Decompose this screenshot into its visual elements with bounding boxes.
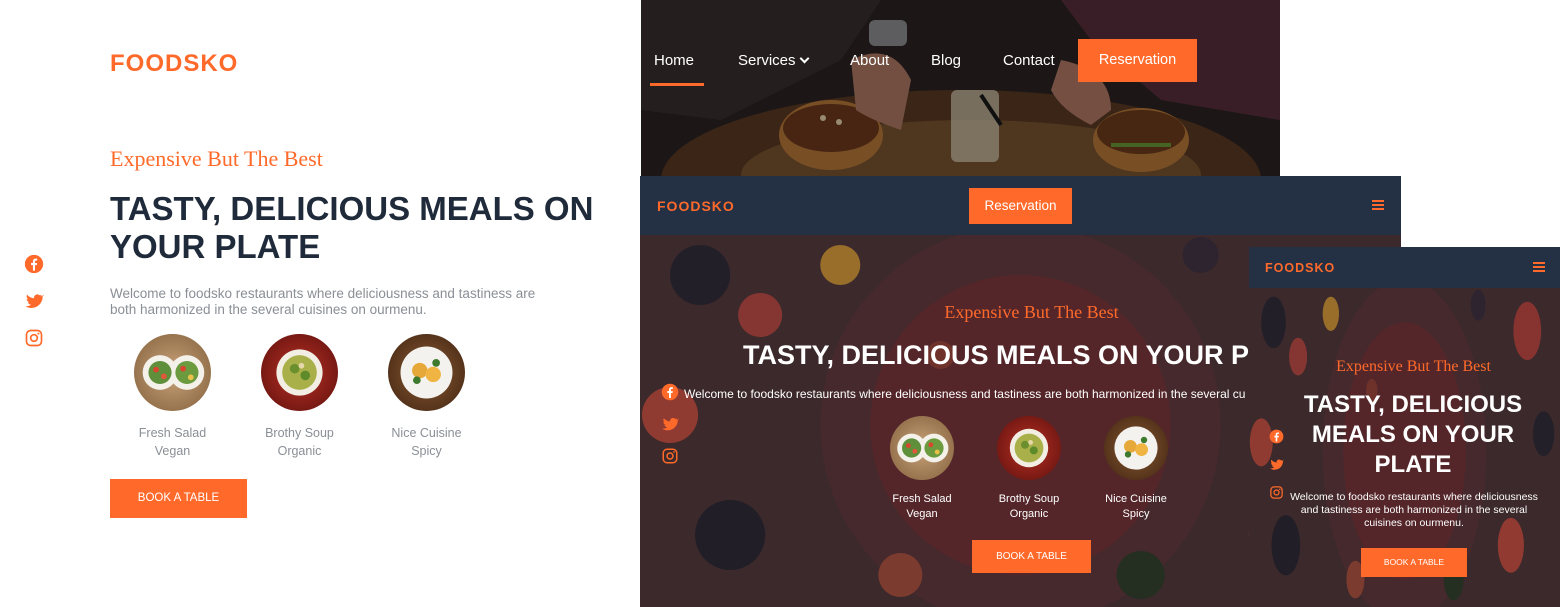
hero-description-line-1: Welcome to foodsko restaurants where del… [110, 286, 536, 301]
dish-tag: Vegan [906, 508, 938, 520]
social-links [24, 254, 44, 348]
nice-cuisine-image [1104, 416, 1168, 480]
featured-dishes: Fresh Salad Vegan Brothy Soup Organic Nice… [134, 334, 465, 460]
dish-fresh-salad[interactable]: Fresh Salad Vegan [134, 334, 211, 460]
hamburger-menu-icon[interactable] [1533, 262, 1545, 272]
facebook-icon[interactable] [661, 383, 679, 401]
dish-name: Brothy Soup [998, 493, 1060, 505]
book-a-table-button[interactable]: BOOK A TABLE [972, 540, 1091, 573]
brothy-soup-image [997, 416, 1061, 480]
facebook-icon[interactable] [1269, 429, 1284, 444]
hero-tagline: Expensive But The Best [1336, 358, 1491, 375]
hero-title: TASTY, DELICIOUS MEALS ON YOUR PLATE [110, 190, 594, 265]
hamburger-menu-icon[interactable] [1372, 200, 1384, 210]
nav-blog[interactable]: Blog [931, 52, 961, 69]
hero-description: Welcome to foodsko restaurants where del… [1290, 491, 1538, 529]
brand-logo[interactable]: FOODSKO [1265, 261, 1335, 275]
dish-brothy-soup[interactable]: Brothy Soup Organic [261, 334, 338, 460]
nice-cuisine-image [388, 334, 465, 411]
dish-name: Nice Cuisine [391, 426, 462, 440]
fresh-salad-image [134, 334, 211, 411]
dish-brothy-soup[interactable]: Brothy Soup Organic [997, 416, 1061, 522]
twitter-icon[interactable] [1269, 457, 1284, 472]
featured-dishes: Fresh Salad Vegan Brothy Soup Organic Nice… [890, 416, 1168, 522]
nav-services-label: Services [738, 52, 796, 69]
mobile-header: FOODSKO [1249, 247, 1560, 288]
nav-home[interactable]: Home [654, 52, 694, 69]
book-a-table-button[interactable]: BOOK A TABLE [110, 479, 247, 518]
hero-title: TASTY, DELICIOUS MEALS ON YOUR PLATE [1303, 391, 1523, 478]
chevron-down-icon [799, 53, 809, 64]
fresh-salad-image [890, 416, 954, 480]
twitter-icon[interactable] [661, 415, 679, 433]
hero-description-line-2: both harmonized in the several cuisines … [110, 302, 427, 317]
dish-tag: Organic [1009, 508, 1049, 520]
desktop-view: FOODSKO Expensive But The Best TASTY, DE… [0, 0, 641, 607]
nav-contact[interactable]: Contact [1003, 52, 1055, 69]
dish-tag: Organic [277, 444, 322, 458]
nav-active-indicator [650, 83, 704, 86]
dish-nice-cuisine[interactable]: Nice Cuisine Spicy [388, 334, 465, 460]
hero-description: Welcome to foodsko restaurants where del… [110, 286, 570, 318]
dish-name: Fresh Salad [138, 426, 207, 440]
dish-name: Nice Cuisine [1105, 493, 1167, 505]
instagram-icon[interactable] [661, 447, 679, 465]
brand-logo[interactable]: FOODSKO [110, 50, 238, 78]
instagram-icon[interactable] [24, 328, 44, 348]
brothy-soup-image [261, 334, 338, 411]
dish-fresh-salad[interactable]: Fresh Salad Vegan [890, 416, 954, 522]
dish-nice-cuisine[interactable]: Nice Cuisine Spicy [1104, 416, 1168, 522]
book-a-table-button[interactable]: BOOK A TABLE [1361, 548, 1467, 577]
social-links [1269, 429, 1284, 500]
dish-name: Fresh Salad [892, 493, 952, 505]
dish-tag: Spicy [411, 444, 442, 458]
reservation-button[interactable]: Reservation [1078, 39, 1197, 82]
twitter-icon[interactable] [24, 291, 44, 311]
reservation-button[interactable]: Reservation [969, 188, 1072, 224]
social-links [661, 383, 679, 465]
brand-logo[interactable]: FOODSKO [657, 198, 735, 214]
dish-tag: Spicy [1122, 508, 1150, 520]
navbar-view: Home Services About Blog Contact Reserva… [641, 0, 1280, 176]
dish-name: Brothy Soup [265, 426, 334, 440]
main-nav: Home Services About Blog Contact Reserva… [641, 0, 1280, 176]
instagram-icon[interactable] [1269, 485, 1284, 500]
hero-tagline: Expensive But The Best [110, 146, 323, 171]
facebook-icon[interactable] [24, 254, 44, 274]
dish-tag: Vegan [154, 444, 191, 458]
nav-services[interactable]: Services [738, 52, 809, 69]
tablet-header: FOODSKO Reservation [640, 176, 1401, 235]
nav-about[interactable]: About [850, 52, 889, 69]
mobile-view: FOODSKO Expensive But The Best TASTY, DE… [1249, 247, 1560, 607]
